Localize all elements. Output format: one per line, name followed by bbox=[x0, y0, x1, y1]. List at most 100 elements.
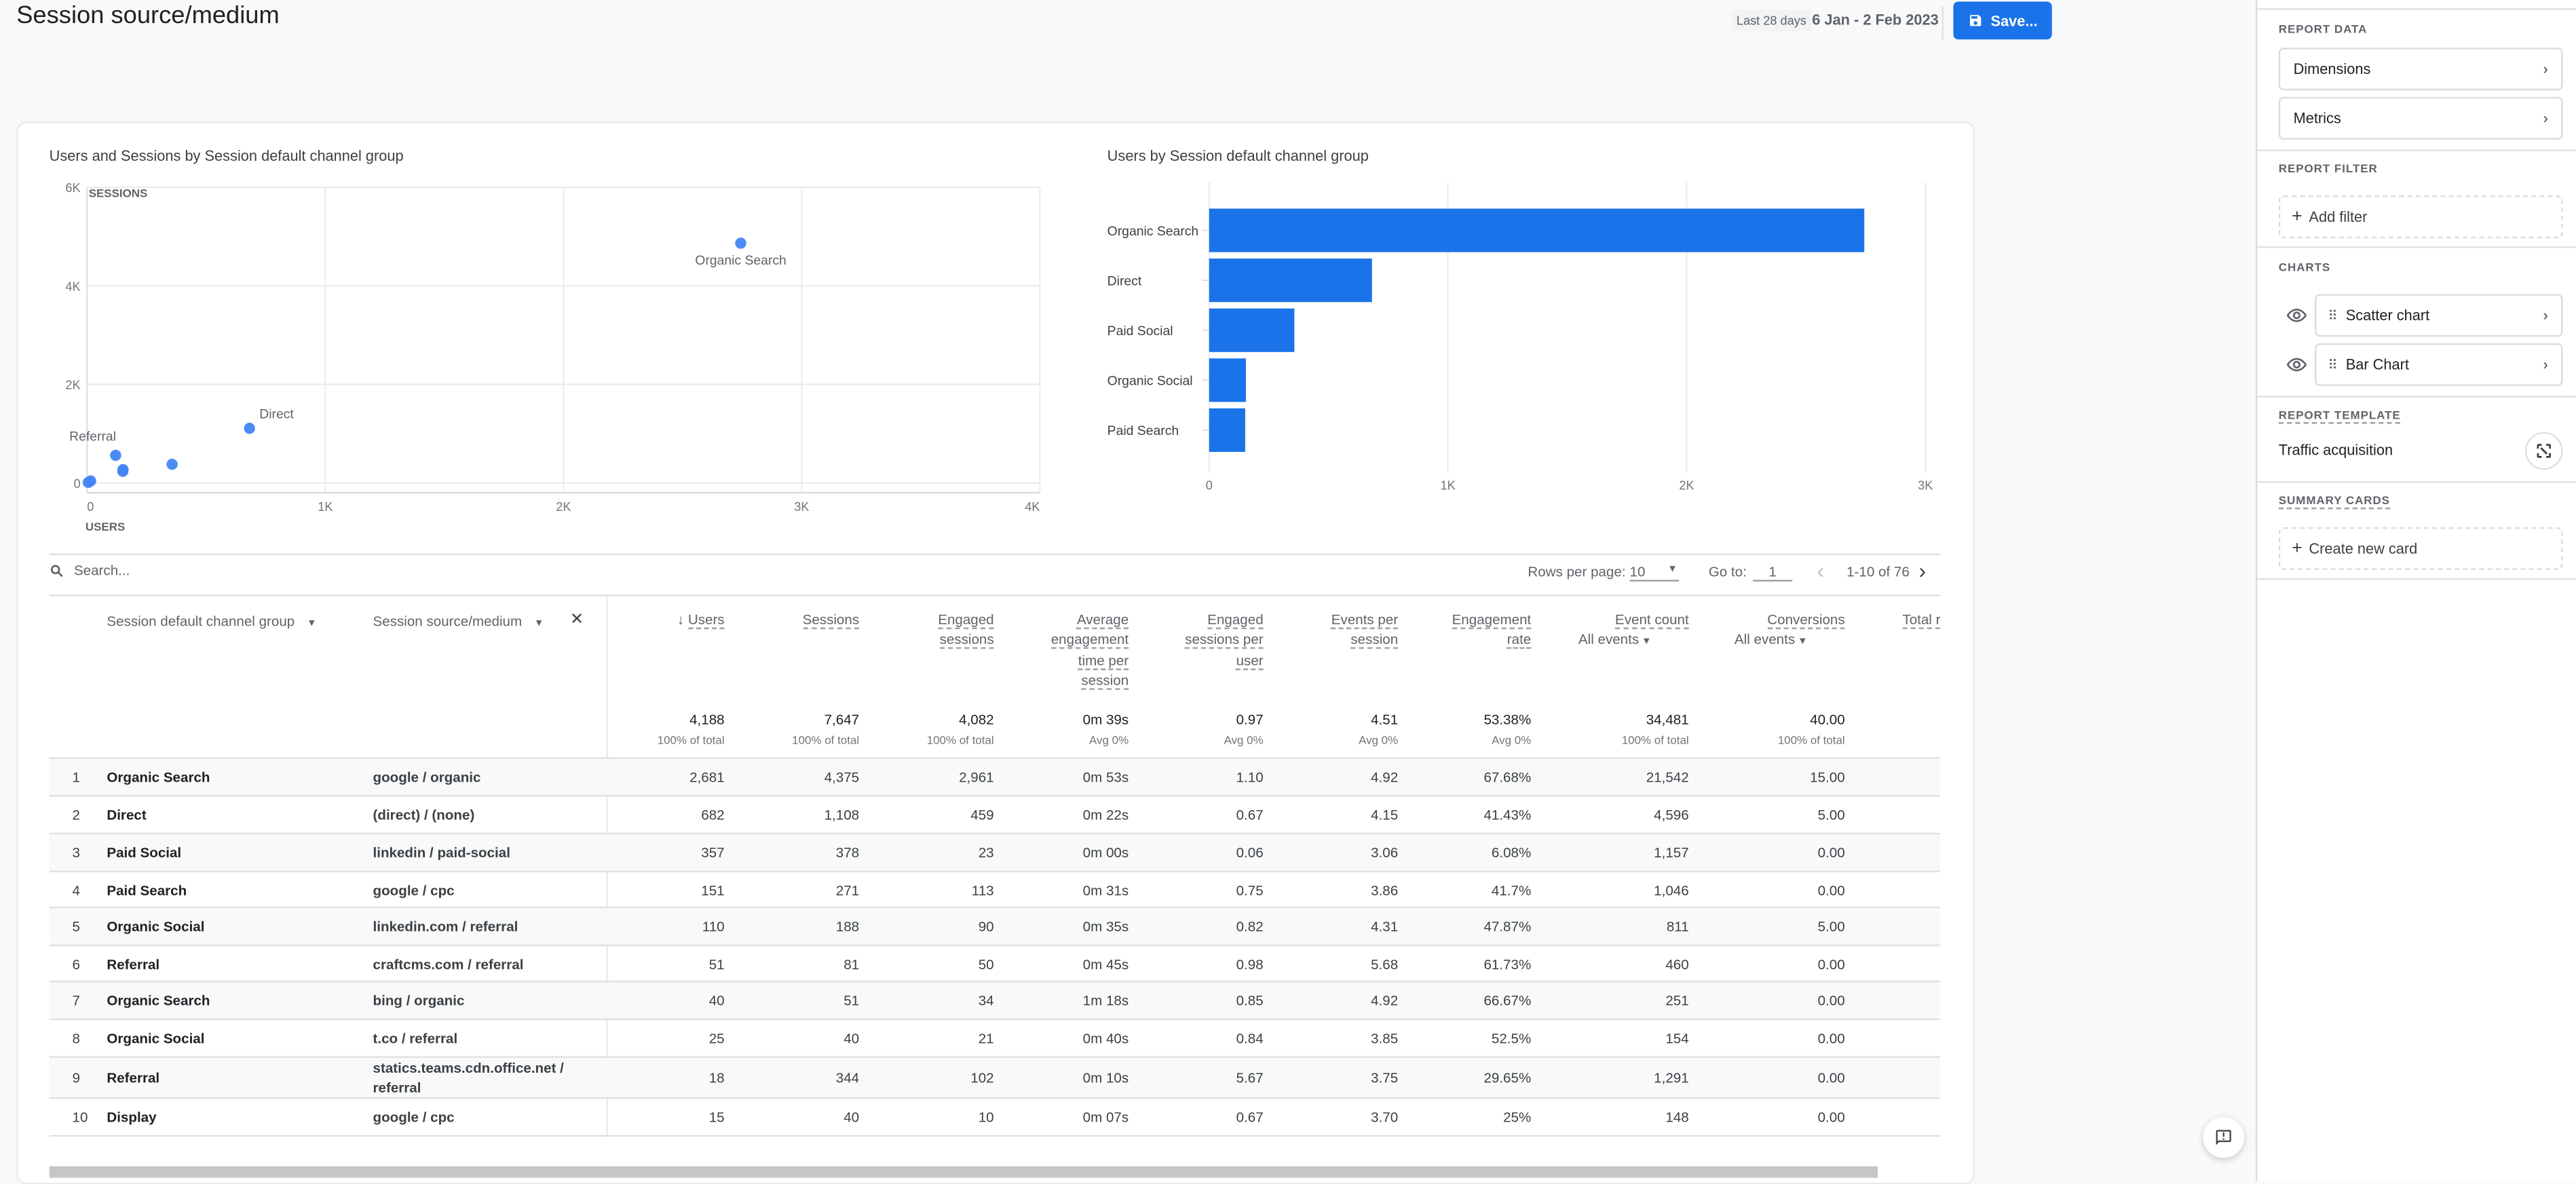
metric-cell: 41.7% bbox=[1491, 881, 1532, 898]
metric-cell: 40 bbox=[708, 992, 725, 1009]
sidebar-divider bbox=[2257, 396, 2576, 398]
channel-group-cell: Referral bbox=[107, 955, 160, 972]
metric-cell: 0.00 bbox=[1817, 1029, 1845, 1047]
metric-cell: 0.06 bbox=[1236, 844, 1264, 861]
unlink-template-button[interactable] bbox=[2524, 432, 2563, 470]
table-row[interactable]: 7 Organic Search bing / organic 40 51 34 1m 18… bbox=[49, 982, 1941, 1020]
row-index: 10 bbox=[72, 1109, 88, 1126]
table-row[interactable]: 6 Referral craftcms.com / referral 51 81 50 0m… bbox=[49, 946, 1941, 982]
metric-cell: 0.98 bbox=[1236, 955, 1264, 972]
metric-cell: 0m 45s bbox=[1082, 955, 1129, 972]
row-index: 5 bbox=[72, 918, 80, 935]
row-index: 6 bbox=[72, 955, 80, 972]
next-page-icon[interactable]: › bbox=[1919, 558, 1927, 583]
bar bbox=[1209, 308, 1295, 352]
dimensions-button[interactable]: Dimensions › bbox=[2278, 47, 2563, 91]
date-preset-chip[interactable]: Last 28 days bbox=[1731, 9, 1812, 31]
metric-cell: 18 bbox=[708, 1069, 725, 1086]
metric-header[interactable]: Engaged sessions per user bbox=[1116, 609, 1264, 670]
create-new-card-button[interactable]: + Create new card bbox=[2278, 527, 2563, 571]
metric-cell: 3.86 bbox=[1371, 881, 1399, 898]
plus-icon: + bbox=[2292, 207, 2303, 227]
create-card-label: Create new card bbox=[2309, 540, 2418, 557]
metric-cell: 3.06 bbox=[1371, 844, 1399, 861]
table-row[interactable]: 8 Organic Social t.co / referral 25 40 21 0m 4… bbox=[49, 1020, 1941, 1058]
chart-item-scatter[interactable]: ⠿ Scatter chart › bbox=[2315, 294, 2563, 337]
sidebar-divider bbox=[2257, 481, 2576, 483]
metric-cell: 682 bbox=[701, 806, 725, 823]
metric-cell: 67.68% bbox=[1483, 768, 1532, 786]
total-subtext: Avg 0% bbox=[1492, 736, 1532, 748]
event-filter-dropdown[interactable]: All events ▼ bbox=[1541, 630, 1689, 653]
metric-cell: 0m 40s bbox=[1082, 1029, 1129, 1047]
metric-header[interactable]: Total r bbox=[1902, 609, 1941, 630]
metric-cell: 251 bbox=[1665, 992, 1689, 1009]
row-index: 1 bbox=[72, 768, 80, 786]
metrics-button[interactable]: Metrics › bbox=[2278, 96, 2563, 140]
metric-cell: 1,108 bbox=[824, 806, 860, 823]
category-label: Paid Search bbox=[1107, 423, 1179, 438]
total-value: 0.97 bbox=[1236, 711, 1264, 728]
drag-handle-icon[interactable]: ⠿ bbox=[2328, 308, 2337, 323]
date-range[interactable]: 6 Jan - 2 Feb 2023 bbox=[1812, 12, 1939, 28]
metric-cell: 0.00 bbox=[1817, 1069, 1845, 1086]
metric-cell: 0.00 bbox=[1817, 844, 1845, 861]
metric-header[interactable]: Engagement rate bbox=[1383, 609, 1532, 650]
channel-group-cell: Organic Search bbox=[107, 768, 210, 786]
table-row[interactable]: 9 Referral statics.teams.cdn.office.net / … bbox=[49, 1058, 1941, 1099]
table-row[interactable]: 3 Paid Social linkedin / paid-social 357 378… bbox=[49, 834, 1941, 873]
metric-cell: 0m 00s bbox=[1082, 844, 1129, 861]
table-row[interactable]: 5 Organic Social linkedin.com / referral 11… bbox=[49, 908, 1941, 947]
metric-cell: 0.85 bbox=[1236, 992, 1264, 1009]
feedback-button[interactable] bbox=[2203, 1117, 2244, 1158]
dropdown-arrow-icon: ▼ bbox=[307, 619, 317, 630]
scatter-point bbox=[735, 237, 746, 249]
prev-page-icon[interactable]: ‹ bbox=[1817, 558, 1825, 583]
metric-header[interactable]: Event count All events ▼ bbox=[1541, 609, 1689, 653]
table-row[interactable]: 4 Paid Search google / cpc 151 271 113 0m 31s 0… bbox=[49, 872, 1941, 909]
metric-cell: 3.85 bbox=[1371, 1029, 1399, 1047]
y-tick-label: 4K bbox=[65, 280, 80, 293]
metric-cell: 4,596 bbox=[1654, 806, 1689, 823]
metric-cell: 0m 35s bbox=[1082, 918, 1129, 935]
total-value: 4.51 bbox=[1371, 711, 1399, 728]
table-row[interactable]: 10 Display google / cpc 15 40 10 0m 07s 0.67 3.7… bbox=[49, 1099, 1941, 1137]
rows-per-page-select[interactable]: 10 ▼ bbox=[1629, 563, 1680, 581]
metric-cell: 0m 10s bbox=[1082, 1069, 1129, 1086]
metric-cell: 188 bbox=[835, 918, 860, 935]
table-search[interactable]: Search... bbox=[50, 562, 130, 578]
dropdown-arrow-icon: ▼ bbox=[1667, 565, 1678, 575]
total-subtext: 100% of total bbox=[657, 736, 725, 748]
dim-header-channel-group[interactable]: Session default channel group ▼ bbox=[107, 613, 316, 629]
event-filter-dropdown[interactable]: All events ▼ bbox=[1697, 630, 1845, 653]
search-input[interactable]: Search... bbox=[74, 562, 130, 578]
goto-input[interactable]: 1 bbox=[1753, 563, 1793, 581]
goto-label: Go to: bbox=[1708, 563, 1747, 580]
toggle-scatter-visibility[interactable] bbox=[2286, 302, 2307, 332]
toggle-bar-visibility[interactable] bbox=[2286, 351, 2307, 381]
save-button[interactable]: Save... bbox=[1953, 1, 2052, 40]
drag-handle-icon[interactable]: ⠿ bbox=[2328, 358, 2337, 373]
channel-group-cell: Paid Search bbox=[107, 881, 187, 898]
metric-header[interactable]: Sessions bbox=[711, 609, 860, 630]
chart-item-bar[interactable]: ⠿ Bar Chart › bbox=[2315, 343, 2563, 386]
metric-header[interactable]: ↓ Users bbox=[577, 609, 725, 630]
metric-header[interactable]: Events per session bbox=[1250, 609, 1399, 650]
chevron-right-icon: › bbox=[2543, 60, 2548, 77]
metric-header-label: Event count bbox=[1615, 611, 1689, 630]
horizontal-scrollbar[interactable] bbox=[49, 1166, 1878, 1178]
metric-header-label: Total r bbox=[1902, 611, 1941, 630]
metric-header[interactable]: Conversions All events ▼ bbox=[1697, 609, 1845, 653]
metric-cell: 25 bbox=[708, 1029, 725, 1047]
dim-header-source-medium[interactable]: Session source/medium ▼ bbox=[373, 613, 544, 629]
metric-header-label: Conversions bbox=[1767, 611, 1845, 630]
table-row[interactable]: 1 Organic Search google / organic 2,681 4,37… bbox=[49, 759, 1941, 797]
table-row[interactable]: 2 Direct (direct) / (none) 682 1,108 459 0m 22… bbox=[49, 797, 1941, 835]
metric-header[interactable]: Average engagement time per session bbox=[981, 609, 1129, 690]
sort-descending-icon: ↓ bbox=[677, 611, 688, 628]
metric-header[interactable]: Engaged sessions bbox=[846, 609, 994, 650]
x-tick-label: 3K bbox=[1918, 478, 1933, 492]
metric-cell: 90 bbox=[978, 918, 994, 935]
add-filter-button[interactable]: + Add filter bbox=[2278, 195, 2563, 239]
x-tick-label: 3K bbox=[794, 500, 809, 514]
